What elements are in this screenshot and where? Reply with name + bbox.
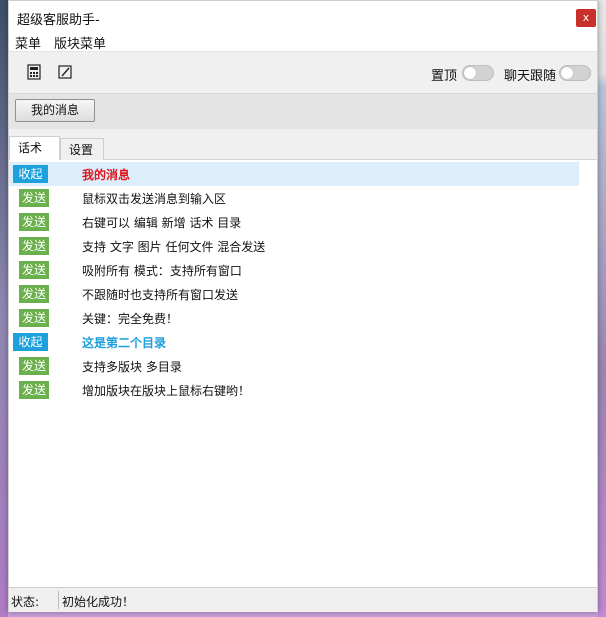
calculator-icon[interactable] [26,64,42,80]
title-bar[interactable]: 超级客服助手- x [9,1,597,31]
directory-title: 我的消息 [82,168,131,182]
send-button[interactable]: 发送 [19,357,49,375]
list-item[interactable]: 发送 鼠标双击发送消息到输入区 [9,186,579,210]
menu-bar: 菜单 版块菜单 [9,31,597,52]
tab-strip: 话术 设置 [9,129,597,161]
status-value: 初始化成功！ [62,595,135,609]
tab-scripts[interactable]: 话术 [9,136,60,161]
send-button[interactable]: 发送 [19,189,49,207]
desktop-background-left [0,0,8,617]
menu-item-menu[interactable]: 菜单 [15,33,41,52]
window-title: 超级客服助手- [17,13,100,28]
status-bar: 状态: 初始化成功！ [9,587,597,612]
status-label: 状态: [11,595,40,609]
list-item[interactable]: 发送 不跟随时也支持所有窗口发送 [9,282,579,306]
assistant-window: 超级客服助手- x 菜单 版块菜单 置顶 聊天跟随 我的消息 话术 设置 收起 … [8,0,598,612]
send-button[interactable]: 发送 [19,261,49,279]
send-button[interactable]: 发送 [19,237,49,255]
tab-settings[interactable]: 设置 [60,138,104,161]
script-text: 不跟随时也支持所有窗口发送 [82,288,239,302]
list-item[interactable]: 发送 支持多版块 多目录 [9,354,579,378]
toggle-knob [561,67,573,79]
pin-top-toggle[interactable] [462,65,494,81]
list-item[interactable]: 发送 吸附所有 模式：支持所有窗口 [9,258,579,282]
list-item-header[interactable]: 收起 我的消息 [9,162,579,186]
list-item[interactable]: 发送 右键可以 编辑 新增 话术 目录 [9,210,579,234]
send-button[interactable]: 发送 [19,285,49,303]
send-button[interactable]: 发送 [19,381,49,399]
script-text: 支持多版块 多目录 [82,360,182,374]
list-item[interactable]: 发送 关键：完全免费！ [9,306,579,330]
my-messages-block-button[interactable]: 我的消息 [15,99,95,122]
script-text: 增加版块在版块上鼠标右键哟！ [82,384,251,398]
script-text: 右键可以 编辑 新增 话术 目录 [82,216,242,230]
send-button[interactable]: 发送 [19,309,49,327]
list-item-header[interactable]: 收起 这是第二个目录 [9,330,579,354]
chat-follow-toggle[interactable] [559,65,591,81]
menu-item-block-menu[interactable]: 版块菜单 [54,33,106,52]
list-item[interactable]: 发送 增加版块在版块上鼠标右键哟！ [9,378,579,402]
script-text: 鼠标双击发送消息到输入区 [82,192,227,206]
collapse-button[interactable]: 收起 [13,333,48,351]
script-text: 吸附所有 模式：支持所有窗口 [82,264,242,278]
script-text: 支持 文字 图片 任何文件 混合发送 [82,240,266,254]
desktop-background-right [598,0,606,617]
close-button[interactable]: x [576,9,596,27]
pin-top-label: 置顶 [431,69,458,84]
chat-follow-label: 聊天跟随 [504,69,557,84]
collapse-button[interactable]: 收起 [13,165,48,183]
edit-icon[interactable] [57,64,73,80]
script-list: 收起 我的消息 发送 鼠标双击发送消息到输入区 发送 右键可以 编辑 新增 话术… [9,160,597,587]
directory-title: 这是第二个目录 [82,336,167,350]
list-item[interactable]: 发送 支持 文字 图片 任何文件 混合发送 [9,234,579,258]
send-button[interactable]: 发送 [19,213,49,231]
toolbar: 置顶 聊天跟随 [9,51,597,93]
status-divider [58,591,59,609]
script-text: 关键：完全免费！ [82,312,179,326]
toggle-knob [464,67,476,79]
block-bar: 我的消息 [9,93,597,129]
